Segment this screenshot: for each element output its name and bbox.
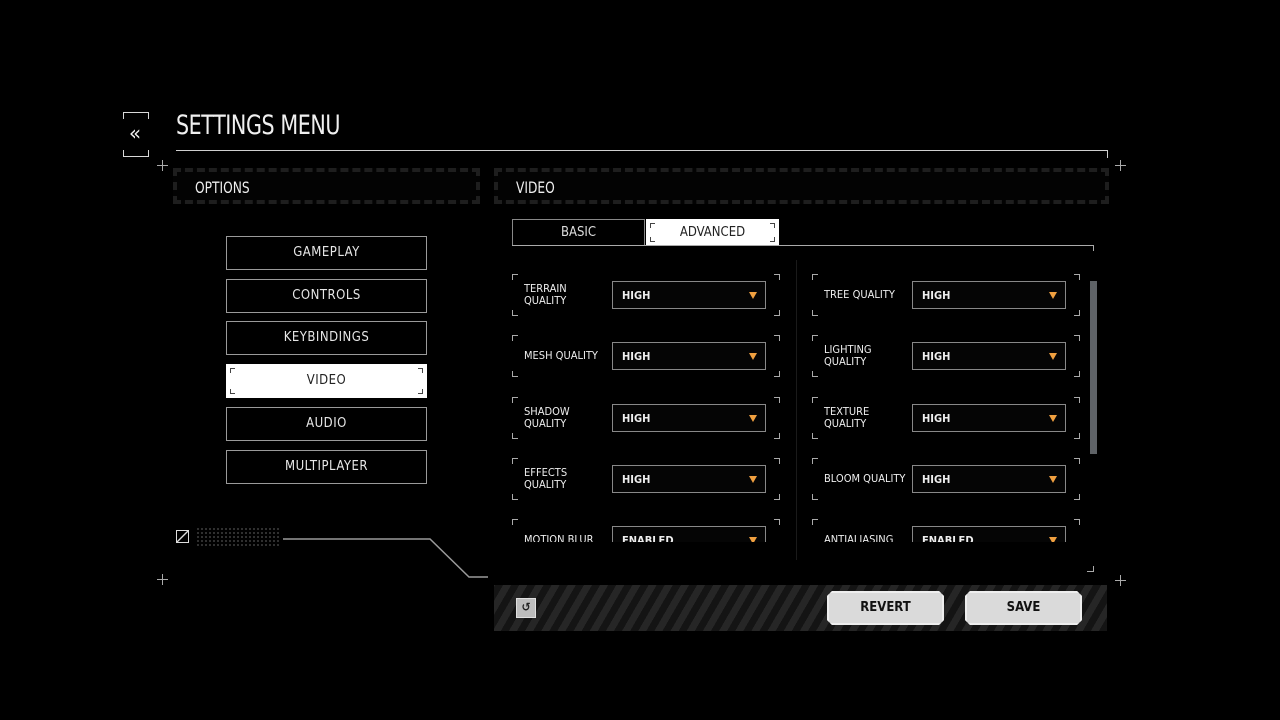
setting-label: TEXTURE QUALITY [824, 404, 870, 430]
tab-underline-tick [1093, 245, 1094, 251]
dropdown-arrow-icon [749, 414, 757, 422]
setting-dropdown[interactable]: HIGH [612, 403, 766, 432]
list-corner-bracket [1087, 566, 1094, 572]
back-button[interactable]: « [123, 112, 149, 157]
setting-dropdown[interactable]: HIGH [912, 342, 1066, 371]
connector-line-decoration [283, 538, 488, 578]
dropdown-arrow-icon [1049, 537, 1057, 542]
setting-dropdown[interactable]: HIGH [912, 464, 1066, 493]
dropdown-arrow-icon [749, 475, 757, 483]
plus-marker-icon [157, 160, 168, 171]
dropdown-value: HIGH [922, 472, 951, 486]
setting-dropdown[interactable]: HIGH [912, 403, 1066, 432]
setting-bloom-quality: BLOOM QUALITY HIGH [812, 457, 1080, 500]
setting-shadow-quality: SHADOW QUALITY HIGH [512, 396, 780, 439]
dropdown-arrow-icon [1049, 353, 1057, 361]
title-divider [176, 150, 1108, 151]
diagonal-box-icon [176, 530, 189, 543]
options-title: OPTIONS [195, 178, 250, 197]
setting-label: MOTION BLUR [524, 533, 594, 542]
plus-marker-icon [157, 574, 168, 585]
nav-item-label: MULTIPLAYER [285, 458, 368, 474]
dropdown-arrow-icon [1049, 475, 1057, 483]
tab-underline [512, 245, 1094, 246]
dropdown-arrow-icon [749, 292, 757, 299]
setting-dropdown[interactable]: ENABLED [612, 526, 766, 542]
dropdown-arrow-icon [1049, 292, 1057, 299]
setting-label: EFFECTS QUALITY [524, 465, 568, 491]
nav-item-keybindings[interactable]: KEYBINDINGS [226, 321, 427, 356]
reset-defaults-button[interactable]: ↺ [516, 598, 536, 618]
setting-tree-quality: TREE QUALITY HIGH [812, 274, 1080, 316]
nav-item-audio[interactable]: AUDIO [226, 406, 427, 441]
setting-dropdown[interactable]: HIGH [612, 281, 766, 309]
nav-item-label: KEYBINDINGS [283, 330, 370, 346]
nav-item-label: AUDIO [306, 415, 347, 431]
video-title: VIDEO [516, 178, 555, 197]
setting-texture-quality: TEXTURE QUALITY HIGH [812, 396, 1080, 439]
dropdown-value: ENABLED [622, 534, 674, 542]
setting-motion-blur: MOTION BLUR ENABLED [512, 519, 780, 542]
settings-scrollbar[interactable] [1090, 281, 1097, 454]
nav-item-gameplay[interactable]: GAMEPLAY [226, 236, 427, 270]
dropdown-value: HIGH [922, 289, 951, 302]
video-header: VIDEO [494, 168, 1109, 204]
settings-list: TERRAIN QUALITY HIGH MESH QUALITY HIGH SHADO… [505, 260, 1090, 542]
setting-label: TERRAIN QUALITY [524, 282, 567, 307]
page-title: SETTINGS MENU [176, 110, 341, 141]
tab-basic[interactable]: BASIC [512, 219, 645, 246]
setting-effects-quality: EFFECTS QUALITY HIGH [512, 457, 780, 500]
double-chevron-left-icon: « [128, 121, 142, 145]
tab-advanced[interactable]: ADVANCED [646, 219, 779, 246]
setting-dropdown[interactable]: HIGH [612, 464, 766, 493]
setting-label: SHADOW QUALITY [524, 404, 570, 430]
revert-button[interactable]: REVERT [827, 591, 944, 625]
setting-label: LIGHTING QUALITY [824, 343, 872, 369]
setting-dropdown[interactable]: ENABLED [912, 526, 1066, 542]
setting-label: BLOOM QUALITY [824, 471, 906, 485]
dropdown-value: HIGH [622, 411, 651, 425]
dropdown-value: HIGH [922, 411, 951, 425]
setting-dropdown[interactable]: HIGH [912, 281, 1066, 309]
options-header: OPTIONS [173, 168, 480, 204]
plus-marker-icon [1115, 160, 1126, 171]
dropdown-arrow-icon [1049, 414, 1057, 422]
dropdown-arrow-icon [749, 537, 757, 542]
dot-grid-decoration [196, 527, 280, 547]
dropdown-value: HIGH [622, 350, 651, 364]
dropdown-value: HIGH [922, 350, 951, 364]
nav-item-controls[interactable]: CONTROLS [226, 278, 427, 313]
dropdown-arrow-icon [749, 353, 757, 361]
setting-label: MESH QUALITY [524, 349, 598, 363]
nav-item-label: GAMEPLAY [293, 245, 360, 260]
nav-item-label: CONTROLS [292, 287, 361, 303]
undo-icon: ↺ [521, 600, 531, 614]
tab-advanced-label: ADVANCED [679, 225, 746, 240]
setting-label: TREE QUALITY [824, 288, 895, 301]
dropdown-value: ENABLED [922, 534, 974, 542]
setting-mesh-quality: MESH QUALITY HIGH [512, 335, 780, 378]
dropdown-value: HIGH [622, 289, 651, 302]
dropdown-value: HIGH [622, 472, 651, 486]
setting-antialiasing: ANTIALIASING ENABLED [812, 519, 1080, 542]
nav-item-video[interactable]: VIDEO [226, 364, 427, 399]
nav-item-multiplayer[interactable]: MULTIPLAYER [226, 449, 427, 484]
setting-terrain-quality: TERRAIN QUALITY HIGH [512, 274, 780, 316]
title-divider-tick [1107, 150, 1108, 158]
setting-label: ANTIALIASING [824, 533, 894, 542]
setting-dropdown[interactable]: HIGH [612, 342, 766, 371]
nav-item-label: VIDEO [306, 373, 347, 389]
plus-marker-icon [1115, 575, 1126, 586]
save-button[interactable]: SAVE [965, 591, 1082, 625]
setting-lighting-quality: LIGHTING QUALITY HIGH [812, 335, 1080, 378]
